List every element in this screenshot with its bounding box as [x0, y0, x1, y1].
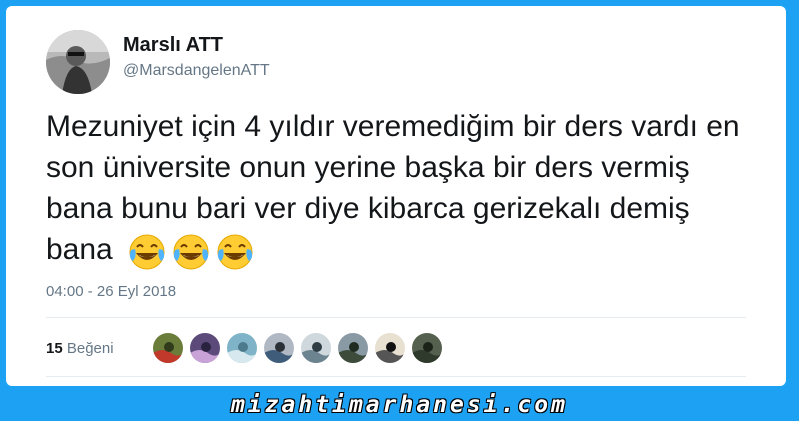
- liker-avatar[interactable]: [263, 332, 295, 364]
- liker-avatar[interactable]: [411, 332, 443, 364]
- tweet-timestamp[interactable]: 04:00 - 26 Eyl 2018: [46, 283, 176, 300]
- display-name[interactable]: Marslı ATT: [123, 34, 223, 57]
- likes-count: 15: [46, 340, 63, 357]
- tweet-text: Mezuniyet için 4 yıldır veremediğim bir …: [46, 106, 756, 272]
- tears-of-joy-emoji-icon: [127, 232, 167, 272]
- liker-avatar[interactable]: [374, 332, 406, 364]
- liker-avatar[interactable]: [337, 332, 369, 364]
- likes-summary[interactable]: 15 Beğeni: [46, 340, 114, 357]
- emoji-group: [127, 230, 259, 272]
- tweet-card: Marslı ATT @MarsdangelenATT Mezuniyet iç…: [6, 6, 786, 386]
- liker-avatar[interactable]: [226, 332, 258, 364]
- tears-of-joy-emoji-icon: [215, 232, 255, 272]
- user-handle[interactable]: @MarsdangelenATT: [123, 62, 270, 80]
- divider-bottom: [46, 376, 746, 377]
- liker-avatar[interactable]: [152, 332, 184, 364]
- liker-avatar[interactable]: [300, 332, 332, 364]
- tears-of-joy-emoji-icon: [171, 232, 211, 272]
- divider-top: [46, 317, 746, 318]
- liker-avatars: [152, 332, 448, 364]
- likes-label: Beğeni: [66, 340, 114, 357]
- user-avatar[interactable]: [46, 30, 110, 94]
- liker-avatar[interactable]: [189, 332, 221, 364]
- watermark-banner: mizahtimarhanesi.com: [231, 392, 568, 418]
